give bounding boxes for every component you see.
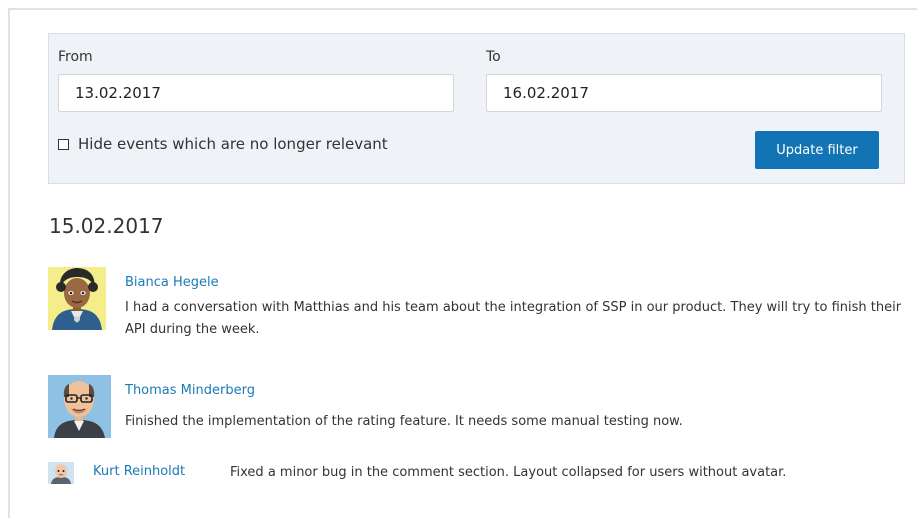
hide-irrelevant-label: Hide events which are no longer relevant: [78, 135, 388, 153]
hide-irrelevant-checkbox[interactable]: [58, 138, 69, 150]
filter-panel: From To Hide events which are no longer …: [48, 33, 905, 184]
avatar-bianca-icon: [48, 267, 106, 330]
event-item: Thomas Minderberg Finished the implement…: [48, 375, 905, 439]
to-label: To: [486, 49, 501, 65]
event-text: Finished the implementation of the ratin…: [125, 414, 683, 429]
event-item: Kurt Reinholdt Fixed a minor bug in the …: [48, 462, 905, 484]
avatar-kurt-icon: [48, 462, 74, 484]
date-heading: 15.02.2017: [49, 214, 164, 238]
from-label: From: [58, 49, 93, 65]
event-text: Fixed a minor bug in the comment section…: [230, 465, 787, 480]
hide-irrelevant-checkbox-row[interactable]: Hide events which are no longer relevant: [58, 135, 388, 153]
event-author-link[interactable]: Kurt Reinholdt: [93, 464, 185, 479]
avatar-thomas-icon: [48, 375, 111, 438]
event-author-link[interactable]: Thomas Minderberg: [125, 383, 255, 398]
event-item: Bianca Hegele I had a conversation with …: [48, 267, 905, 337]
from-date-input[interactable]: [58, 74, 454, 112]
to-date-input[interactable]: [486, 74, 882, 112]
update-filter-button[interactable]: Update filter: [755, 131, 879, 169]
event-author-link[interactable]: Bianca Hegele: [125, 275, 219, 290]
event-text: I had a conversation with Matthias and h…: [125, 300, 902, 337]
